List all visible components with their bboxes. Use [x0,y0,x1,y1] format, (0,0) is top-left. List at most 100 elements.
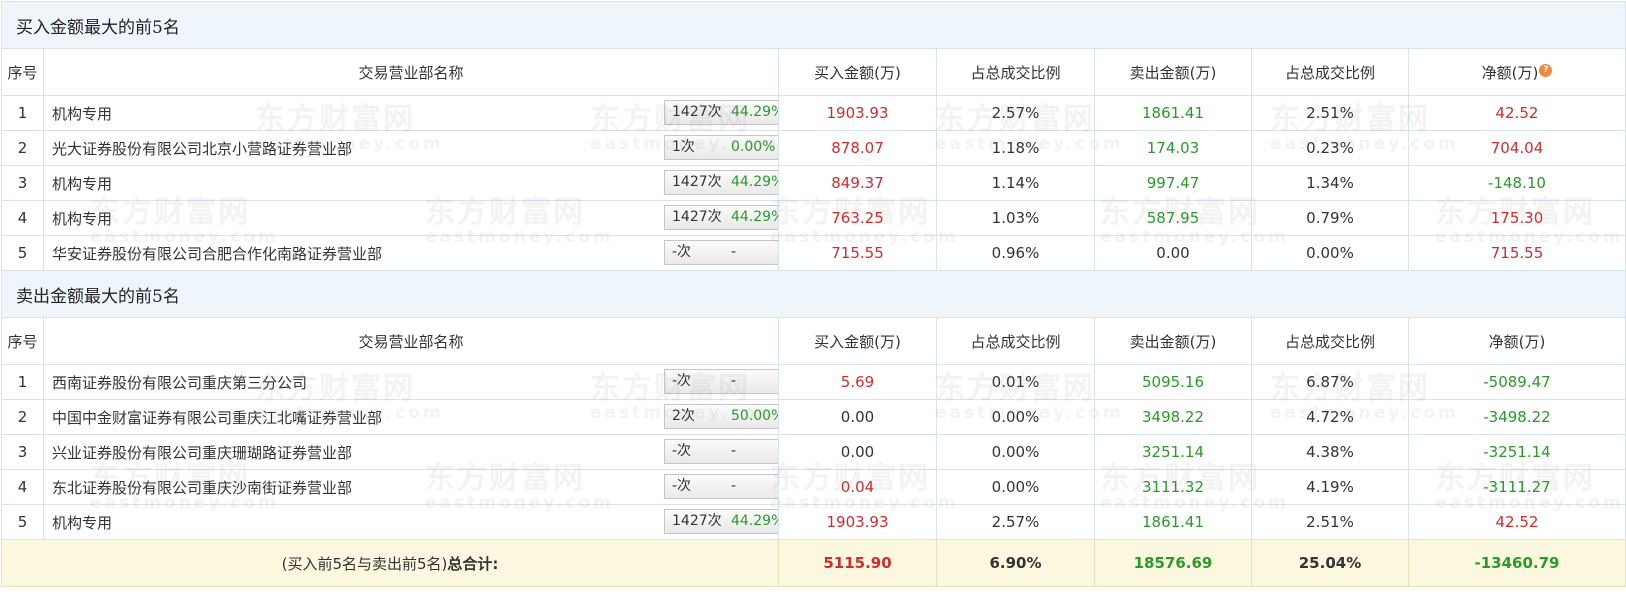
success-rate: 44.29% [731,513,778,529]
sell-ratio: 0.00% [1251,235,1409,271]
sell-top5-title-row: 卖出金额最大的前5名 [1,270,1626,318]
net-amount: -3251.14 [1408,434,1626,470]
broker-name[interactable]: 西南证券股份有限公司重庆第三分公司 [52,372,307,393]
net-amount: 42.52 [1408,95,1626,131]
net-amount: -3111.27 [1408,469,1626,505]
success-rate: 44.29% [731,174,778,190]
net-amount: 704.04 [1408,130,1626,166]
buy-top5-header-row: 序号 交易营业部名称 买入金额(万) 占总成交比例 卖出金额(万) 占总成交比例 净额(万)… [1,48,1626,96]
broker-name[interactable]: 机构专用 [52,512,112,533]
table-row: 1机构专用1427次44.29%?1903.932.57%1861.412.51… [1,95,1626,131]
trade-count-dropdown[interactable]: -次 - [664,240,778,265]
row-index: 2 [1,399,44,435]
trade-count: -次 [672,244,692,260]
buy-amount: 1903.93 [778,504,937,540]
success-rate: - [731,443,737,459]
buy-ratio: 0.00% [936,399,1095,435]
broker-name-cell: 华安证券股份有限公司合肥合作化南路证券营业部 -次 - [43,235,779,271]
buy-top5-title: 买入金额最大的前5名 [1,1,1626,49]
success-rate: - [731,244,737,260]
buy-ratio: 2.57% [936,504,1095,540]
sell-amount: 3111.32 [1094,469,1252,505]
broker-name[interactable]: 机构专用 [52,103,112,124]
success-rate: 50.00% [731,408,778,424]
trade-count-dropdown[interactable]: 1427次 44.29% [664,170,778,195]
header-index: 序号 [1,48,44,96]
sell-ratio: 1.34% [1251,165,1409,201]
sell-amount: 0.00 [1094,235,1252,271]
success-rate: - [731,373,737,389]
sell-amount: 1861.41 [1094,95,1252,131]
header-broker-name: 交易营业部名称 [43,48,779,96]
trade-count: -次 [672,478,692,494]
buy-amount: 849.37 [778,165,937,201]
table-row: 3 机构专用 1427次 44.29%849.371.14%997.471.34%-1… [1,165,1626,201]
row-index: 3 [1,434,44,470]
row-index: 1 [1,95,44,131]
broker-name[interactable]: 光大证券股份有限公司北京小营路证券营业部 [52,138,352,159]
sell-ratio: 2.51% [1251,504,1409,540]
buy-amount: 1903.93 [778,95,937,131]
row-index: 3 [1,165,44,201]
buy-amount: 715.55 [778,235,937,271]
buy-amount: 878.07 [778,130,937,166]
table-row: 5 机构专用 1427次 44.29%1903.932.57%1861.412.51%… [1,504,1626,540]
buy-ratio: 0.00% [936,469,1095,505]
table-row: 5 华安证券股份有限公司合肥合作化南路证券营业部 -次 -715.55 0.96% 0.0… [1,235,1626,271]
buy-ratio: 0.01% [936,364,1095,400]
buy-amount: 763.25 [778,200,937,236]
sell-amount: 997.47 [1094,165,1252,201]
trade-count-dropdown[interactable]: -次-? [664,369,778,394]
trade-count: 1427次 [672,104,722,120]
trade-count-dropdown[interactable]: 1次 0.00% [664,135,778,160]
row-index: 4 [1,469,44,505]
broker-name[interactable]: 中国中金财富证券有限公司重庆江北嘴证券营业部 [52,407,382,428]
trade-count: 1427次 [672,209,722,225]
header-sell-amount: 卖出金额(万) [1094,48,1252,96]
sell-ratio: 6.87% [1251,364,1409,400]
broker-name[interactable]: 兴业证券股份有限公司重庆珊瑚路证券营业部 [52,442,352,463]
trade-count: 2次 [672,408,695,424]
header-net-amount: 净额(万) [1408,317,1626,365]
sell-amount: 3251.14 [1094,434,1252,470]
trade-count: 1427次 [672,513,722,529]
header-net-amount: 净额(万)? [1408,48,1626,96]
buy-ratio: 1.03% [936,200,1095,236]
sell-ratio: 0.79% [1251,200,1409,236]
row-index: 1 [1,364,44,400]
header-buy-amount: 买入金额(万) [778,317,937,365]
broker-name-cell: 中国中金财富证券有限公司重庆江北嘴证券营业部 2次 50.00% [43,399,779,435]
buy-ratio: 0.00% [936,434,1095,470]
header-sell-ratio: 占总成交比例 [1251,48,1409,96]
total-buy-ratio: 6.90% [936,539,1095,587]
header-buy-amount: 买入金额(万) [778,48,937,96]
trade-count-dropdown[interactable]: -次 - [664,474,778,499]
header-index: 序号 [1,317,44,365]
broker-name-cell: 机构专用 1427次 44.29% [43,165,779,201]
row-index: 2 [1,130,44,166]
trade-count-dropdown[interactable]: 1427次 44.29% [664,509,778,534]
sell-amount: 5095.16 [1094,364,1252,400]
sell-ratio: 4.38% [1251,434,1409,470]
trade-count-dropdown[interactable]: 1427次44.29%? [664,100,778,125]
buy-amount: 0.04 [778,469,937,505]
broker-name[interactable]: 机构专用 [52,208,112,229]
total-row: (买入前5名与卖出前5名)总合计: 5115.90 6.90% 18576.69 25.… [1,539,1626,587]
success-rate: 44.29% [731,209,778,225]
trade-count-dropdown[interactable]: 1427次 44.29% [664,205,778,230]
row-index: 5 [1,235,44,271]
broker-name[interactable]: 华安证券股份有限公司合肥合作化南路证券营业部 [52,243,382,264]
broker-name[interactable]: 机构专用 [52,173,112,194]
sell-amount: 174.03 [1094,130,1252,166]
success-rate: 44.29% [731,104,778,120]
broker-name-cell: 东北证券股份有限公司重庆沙南街证券营业部 -次 - [43,469,779,505]
net-amount: 42.52 [1408,504,1626,540]
question-icon[interactable]: ? [1539,63,1553,77]
trade-count: 1次 [672,139,695,155]
header-buy-ratio: 占总成交比例 [936,48,1095,96]
trade-count-dropdown[interactable]: 2次 50.00% [664,404,778,429]
trade-count-dropdown[interactable]: -次 - [664,439,778,464]
broker-name[interactable]: 东北证券股份有限公司重庆沙南街证券营业部 [52,477,352,498]
total-sell-ratio: 25.04% [1251,539,1409,587]
table-row: 4 东北证券股份有限公司重庆沙南街证券营业部 -次 - 0.04 0.00% 3111.32… [1,469,1626,505]
